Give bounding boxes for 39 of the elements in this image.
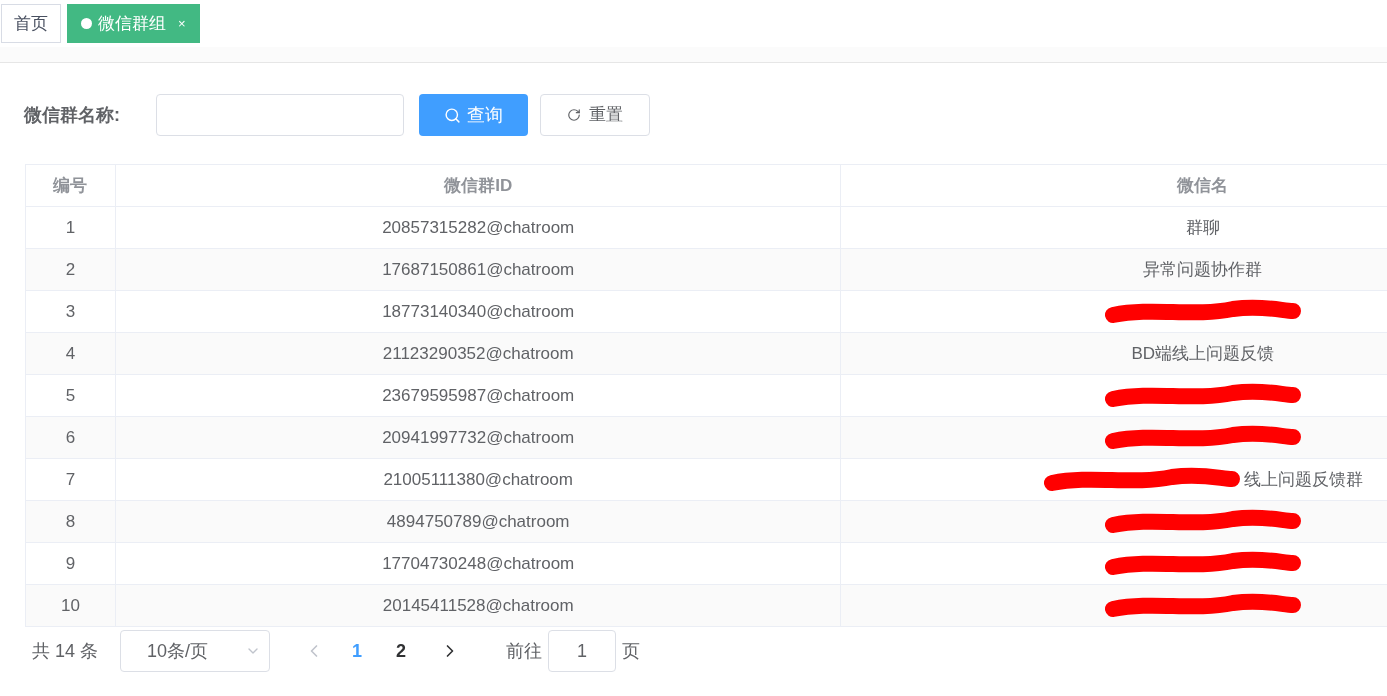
table-cell-text: 18773140340@chatroom: [382, 300, 575, 323]
refresh-icon: [567, 108, 581, 122]
table-cell-text: 10: [61, 594, 80, 617]
table-cell-text: 8: [65, 510, 76, 533]
table-cell-text: 17704730248@chatroom: [382, 552, 575, 575]
tab[interactable]: 首页: [1, 4, 61, 43]
reset-button[interactable]: 重置: [540, 94, 650, 136]
table-cell-text: 3: [65, 300, 76, 323]
table-cell-text: 23679595987@chatroom: [382, 384, 575, 407]
goto-page-field[interactable]: 1: [548, 630, 617, 672]
table-cell-text: 群聊: [1185, 216, 1220, 239]
table-cell-text: 20941997732@chatroom: [382, 426, 575, 449]
table-cell-text: 21123290352@chatroom: [382, 342, 574, 365]
table-cell-text: 17687150861@chatroom: [382, 258, 575, 281]
table-cell-text: 线上问题反馈群: [1244, 468, 1364, 491]
table-cell-text: 异常问题协作群: [1143, 258, 1263, 281]
table-cell-text: 21005111380@chatroom: [383, 468, 573, 491]
table-cell-text: 2: [65, 258, 76, 281]
table-cell-text: 1: [65, 216, 76, 239]
table-cell-text: 5: [65, 384, 76, 407]
search-label: 微信群名称:: [24, 103, 121, 127]
column-header: 微信名: [841, 165, 1387, 206]
page-suffix: 页: [622, 639, 641, 663]
table-cell-text: 20145411528@chatroom: [382, 594, 574, 617]
table-cell-text: 9: [65, 552, 76, 575]
column-header: 微信群ID: [115, 165, 842, 206]
column-header: 编号: [26, 165, 116, 206]
search-field[interactable]: [156, 94, 404, 136]
table-cell-text: 6: [65, 426, 76, 449]
page-number[interactable]: 2: [396, 637, 407, 665]
goto-label: 前往: [506, 639, 543, 663]
table-cell-text: 4: [65, 342, 76, 365]
table-cell-text: 20857315282@chatroom: [382, 216, 575, 239]
table-cell-text: 4894750789@chatroom: [386, 510, 570, 533]
total-count: 共 14 条: [32, 639, 99, 663]
table-cell-text: BD端线上问题反馈: [1131, 342, 1275, 365]
search-icon: [444, 106, 461, 124]
table-cell-text: 7: [65, 468, 76, 491]
page-size-select[interactable]: 10条/页: [120, 630, 271, 672]
